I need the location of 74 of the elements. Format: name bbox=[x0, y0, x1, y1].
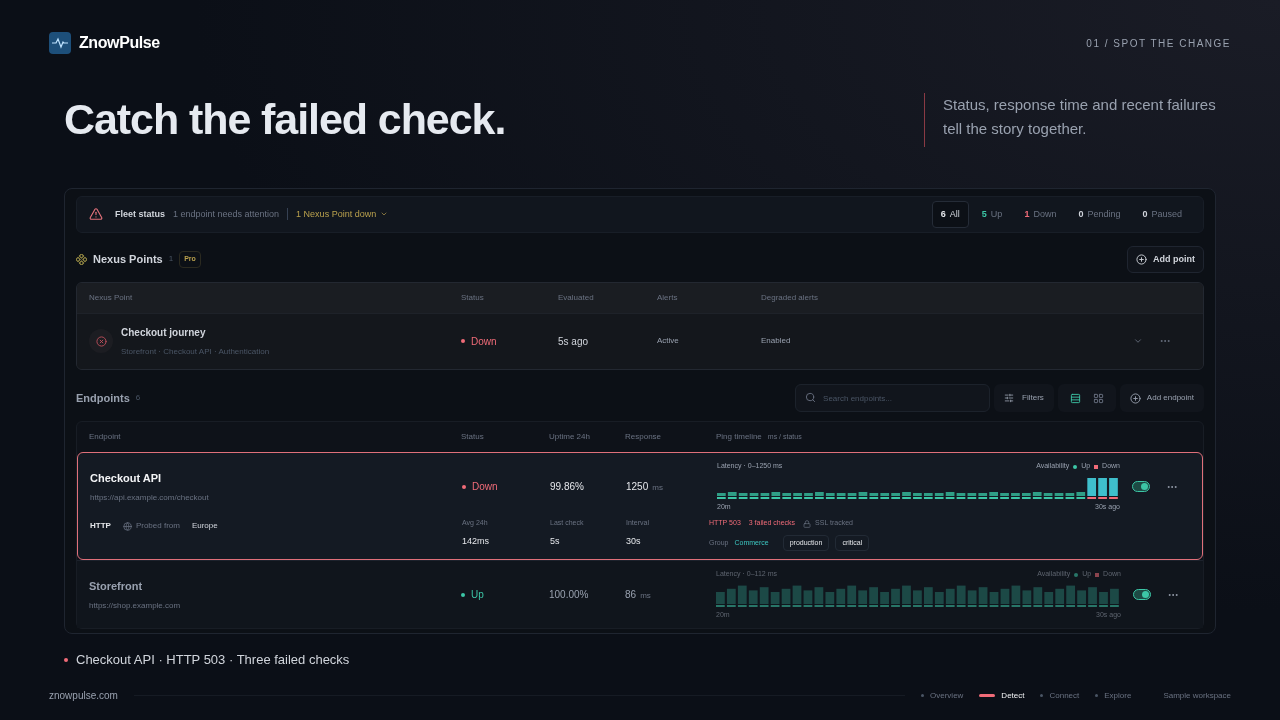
list-view-icon[interactable] bbox=[1069, 392, 1081, 404]
stat-value: 142ms bbox=[462, 534, 490, 548]
endpoint-name: Storefront bbox=[89, 578, 144, 594]
column-header: Response bbox=[625, 431, 663, 444]
brand-name: ZnowPulse bbox=[79, 33, 160, 53]
section-count: 6 bbox=[135, 392, 141, 404]
fleet-title: Fleet status bbox=[115, 207, 165, 221]
site-url: znowpulse.com bbox=[49, 689, 118, 704]
column-title: Ping timeline bbox=[716, 431, 762, 444]
probed-label: Probed from bbox=[135, 520, 180, 533]
logo-icon bbox=[49, 32, 71, 54]
headline: Catch the failed check. bbox=[64, 94, 506, 145]
endpoint-name: Checkout API bbox=[90, 470, 163, 486]
status-filter[interactable]: 6 All bbox=[931, 200, 969, 228]
subtitle: Status, response time and recent failures tell the story together. bbox=[924, 93, 1230, 147]
section-title: Endpoints bbox=[76, 390, 130, 406]
nav-link[interactable]: Connect bbox=[1040, 689, 1080, 702]
fleet-message: 1 endpoint needs attention bbox=[173, 207, 280, 221]
toggle-switch[interactable] bbox=[1133, 589, 1151, 601]
workspace-label: Sample workspace bbox=[1163, 689, 1231, 702]
add-endpoint-button[interactable]: Add endpoint bbox=[1119, 384, 1204, 412]
endpoint-url: https://api.example.com/checkout bbox=[90, 492, 210, 504]
nexus-name: Checkout journey bbox=[121, 325, 207, 340]
alerts-value: Active bbox=[657, 335, 680, 348]
column-header: Evaluated bbox=[558, 291, 595, 304]
degraded-value: Enabled bbox=[761, 335, 792, 348]
column-header: Alerts bbox=[657, 291, 679, 304]
lock-icon bbox=[803, 519, 812, 528]
status-label: Down bbox=[472, 480, 498, 495]
error-icon bbox=[95, 335, 107, 347]
nav-link[interactable]: Overview bbox=[921, 689, 964, 702]
response-value: 86 bbox=[625, 588, 637, 603]
column-header: Status bbox=[461, 291, 485, 304]
column-header: Uptime 24h bbox=[549, 431, 591, 444]
filters-button[interactable]: Filters bbox=[994, 384, 1054, 412]
grid-view-icon[interactable] bbox=[1092, 392, 1104, 404]
response-unit: ms bbox=[652, 482, 663, 495]
toggle-switch[interactable] bbox=[1132, 481, 1150, 493]
response-value: 1250 bbox=[626, 480, 649, 495]
column-header: Endpoint bbox=[88, 431, 122, 444]
sliders-icon bbox=[1004, 393, 1015, 403]
diamond-cluster-icon bbox=[76, 253, 87, 265]
add-icon bbox=[1129, 392, 1141, 404]
section-title: Nexus Points bbox=[93, 252, 163, 267]
column-header: Nexus Point bbox=[88, 291, 134, 304]
column-header: Degraded alerts bbox=[761, 291, 819, 304]
column-header: Status bbox=[461, 431, 485, 444]
response-unit: ms bbox=[640, 590, 651, 603]
uptime-value: 100.00% bbox=[549, 588, 590, 603]
status-label: Down bbox=[471, 334, 497, 349]
uptime-value: 99.86% bbox=[550, 480, 585, 495]
globe-icon bbox=[122, 521, 132, 531]
nexus-members: Storefront · Checkout API · Authentication bbox=[121, 345, 270, 358]
search-icon bbox=[805, 392, 817, 404]
add-point-button[interactable]: Add point bbox=[1127, 245, 1204, 273]
nav-link[interactable]: Explore bbox=[1095, 689, 1132, 702]
section-count: 1 bbox=[168, 253, 174, 266]
region-label: Europe bbox=[191, 520, 218, 533]
status-filter[interactable]: 5 Up bbox=[972, 200, 1012, 228]
callout-text: Checkout API · HTTP 503 · Three failed checks bbox=[76, 650, 350, 669]
protocol-label: HTTP bbox=[90, 520, 111, 533]
nexus-down-dropdown[interactable]: 1 Nexus Point down bbox=[296, 207, 389, 221]
status-filter[interactable]: 0 Paused bbox=[1133, 200, 1191, 228]
step-label: 01 / SPOT THE CHANGE bbox=[1086, 36, 1231, 51]
endpoint-row[interactable] bbox=[77, 452, 1203, 561]
status-filter[interactable]: 0 Pending bbox=[1069, 200, 1130, 228]
status-filter[interactable]: 1 Down bbox=[1015, 200, 1066, 228]
stat-value: 5s bbox=[550, 534, 561, 548]
endpoint-url: https://shop.example.com bbox=[89, 600, 182, 612]
warning-icon bbox=[89, 207, 103, 222]
add-icon bbox=[1136, 253, 1147, 265]
evaluated-time: 5s ago bbox=[558, 334, 590, 349]
status-label: Up bbox=[471, 588, 484, 603]
nav-link[interactable]: Detect bbox=[979, 689, 1025, 702]
